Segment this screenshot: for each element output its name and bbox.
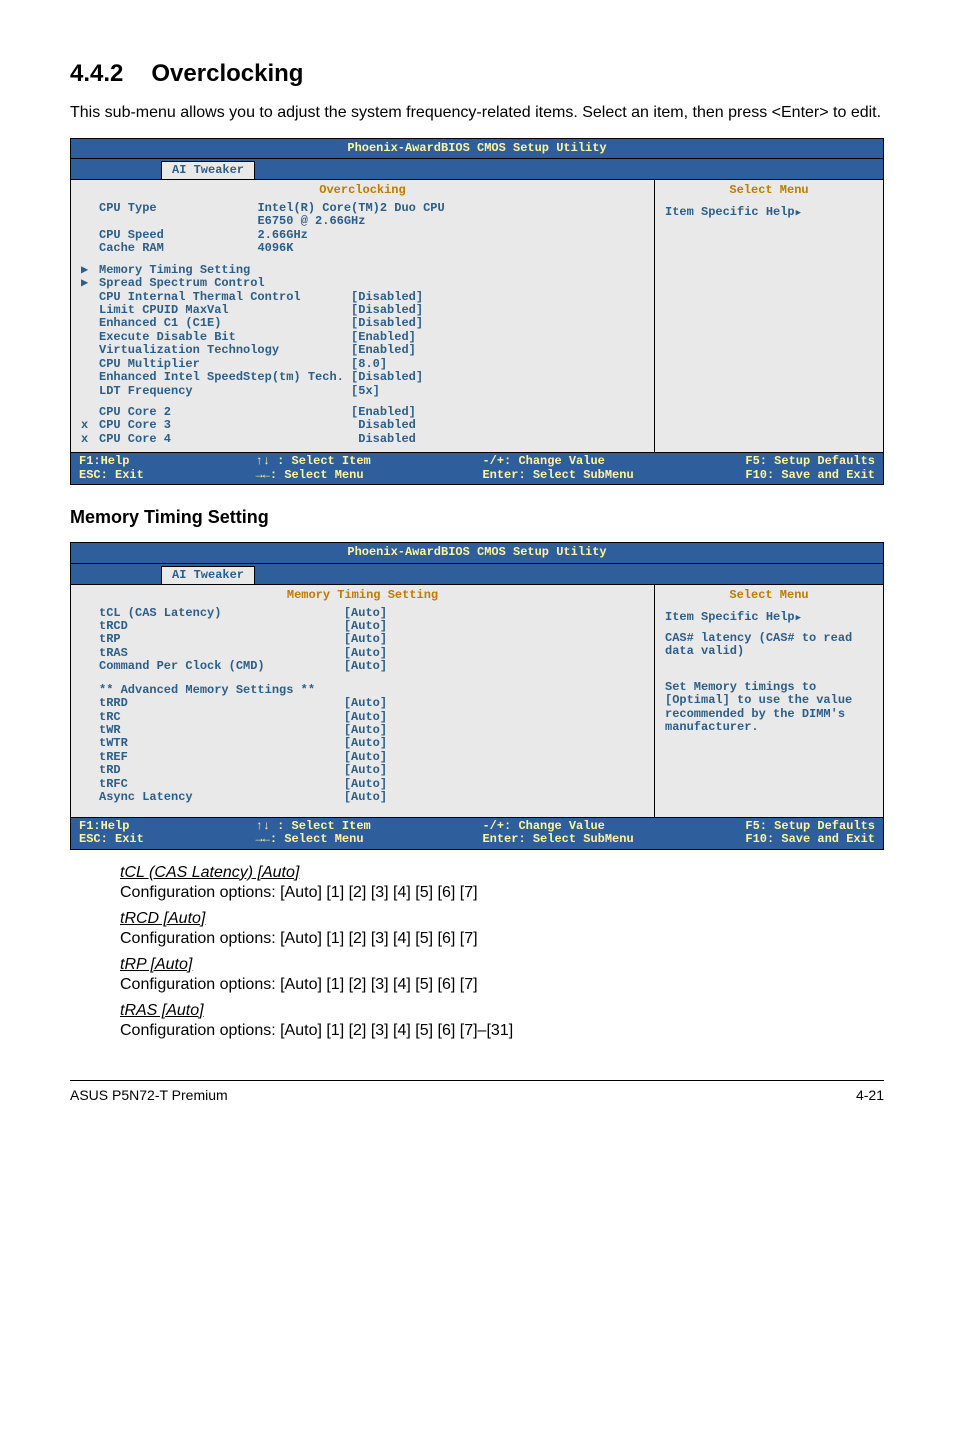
definition-title: tRCD [Auto] xyxy=(120,910,884,928)
help-text-3: Set Memory timings to [Optimal] to use t… xyxy=(665,681,873,735)
footer-col-1: F1:Help ESC: Exit xyxy=(79,820,144,847)
core-row[interactable]: CPU Core 2 [Enabled] xyxy=(81,406,644,419)
bios-screenshot-overclocking: Phoenix-AwardBIOS CMOS Setup Utility AI … xyxy=(70,138,884,486)
timing-row[interactable]: Async Latency [Auto] xyxy=(81,791,644,804)
definition-title: tRP [Auto] xyxy=(120,956,884,974)
timing-row[interactable]: tWTR [Auto] xyxy=(81,737,644,750)
definition-body: Configuration options: [Auto] [1] [2] [3… xyxy=(120,1022,884,1040)
definition-title: tRAS [Auto] xyxy=(120,1002,884,1020)
info-row: CPU Speed 2.66GHz xyxy=(81,229,644,242)
tab-ai-tweaker[interactable]: AI Tweaker xyxy=(161,161,255,179)
timing-row[interactable]: tWR [Auto] xyxy=(81,724,644,737)
bios-title: Phoenix-AwardBIOS CMOS Setup Utility xyxy=(71,139,883,159)
intro-paragraph: This sub-menu allows you to adjust the s… xyxy=(70,102,884,124)
core-row[interactable]: xCPU Core 3 Disabled xyxy=(81,419,644,432)
setting-row[interactable]: Limit CPUID MaxVal [Disabled] xyxy=(81,304,644,317)
right-column-header: Select Menu xyxy=(665,589,873,606)
timing-row[interactable]: Command Per Clock (CMD) [Auto] xyxy=(81,660,644,673)
bios-title: Phoenix-AwardBIOS CMOS Setup Utility xyxy=(71,543,883,563)
definition-body: Configuration options: [Auto] [1] [2] [3… xyxy=(120,930,884,948)
footer-col-4: F5: Setup Defaults F10: Save and Exit xyxy=(745,820,875,847)
setting-row[interactable]: Virtualization Technology [Enabled] xyxy=(81,344,644,357)
footer-col-1: F1:Help ESC: Exit xyxy=(79,455,144,482)
left-column-header: Memory Timing Setting xyxy=(81,589,644,606)
section-title-text: Overclocking xyxy=(151,60,303,87)
help-text: Item Specific Help xyxy=(665,206,873,219)
timing-row[interactable]: tRAS [Auto] xyxy=(81,647,644,660)
advanced-settings-header: ** Advanced Memory Settings ** xyxy=(81,684,644,697)
timing-row[interactable]: tRC [Auto] xyxy=(81,711,644,724)
bios-footer: F1:Help ESC: Exit ↑↓ : Select Item →←: S… xyxy=(71,452,883,484)
setting-row[interactable]: Execute Disable Bit [Enabled] xyxy=(81,331,644,344)
tab-ai-tweaker[interactable]: AI Tweaker xyxy=(161,566,255,584)
left-column-header: Overclocking xyxy=(81,184,644,201)
timing-row[interactable]: tRFC [Auto] xyxy=(81,778,644,791)
section-number: 4.4.2 xyxy=(70,60,123,87)
info-row: CPU Type Intel(R) Core(TM)2 Duo CPU xyxy=(81,202,644,215)
timing-row[interactable]: tREF [Auto] xyxy=(81,751,644,764)
info-row: Cache RAM 4096K xyxy=(81,242,644,255)
definition-body: Configuration options: [Auto] [1] [2] [3… xyxy=(120,976,884,994)
footer-col-3: -/+: Change Value Enter: Select SubMenu xyxy=(482,455,633,482)
help-text-2: CAS# latency (CAS# to read data valid) xyxy=(665,632,873,659)
timing-row[interactable]: tRRD [Auto] xyxy=(81,697,644,710)
page-footer: ASUS P5N72-T Premium 4-21 xyxy=(70,1087,884,1103)
setting-row[interactable]: Enhanced Intel SpeedStep(tm) Tech. [Disa… xyxy=(81,371,644,384)
definition-title: tCL (CAS Latency) [Auto] xyxy=(120,864,884,882)
bios-tab-row: AI Tweaker xyxy=(71,564,883,585)
footer-col-2: ↑↓ : Select Item →←: Select Menu xyxy=(256,820,371,847)
bios-screenshot-memory-timing: Phoenix-AwardBIOS CMOS Setup Utility AI … xyxy=(70,542,884,849)
core-row[interactable]: xCPU Core 4 Disabled xyxy=(81,433,644,446)
setting-row[interactable]: LDT Frequency [5x] xyxy=(81,385,644,398)
timing-row[interactable]: tRP [Auto] xyxy=(81,633,644,646)
setting-row[interactable]: CPU Multiplier [8.0] xyxy=(81,358,644,371)
page-rule xyxy=(70,1080,884,1081)
setting-row[interactable]: CPU Internal Thermal Control [Disabled] xyxy=(81,291,644,304)
footer-col-2: ↑↓ : Select Item →←: Select Menu xyxy=(256,455,371,482)
bios-footer: F1:Help ESC: Exit ↑↓ : Select Item →←: S… xyxy=(71,817,883,849)
configuration-options-block: tCL (CAS Latency) [Auto] Configuration op… xyxy=(120,864,884,1040)
footer-col-3: -/+: Change Value Enter: Select SubMenu xyxy=(482,820,633,847)
setting-row[interactable]: Enhanced C1 (C1E) [Disabled] xyxy=(81,317,644,330)
footer-page-number: 4-21 xyxy=(856,1087,884,1103)
section-heading: 4.4.2 Overclocking xyxy=(70,60,884,88)
chevron-right-icon xyxy=(795,205,801,219)
footer-product: ASUS P5N72-T Premium xyxy=(70,1087,228,1103)
timing-row[interactable]: tRD [Auto] xyxy=(81,764,644,777)
info-row: E6750 @ 2.66GHz xyxy=(81,215,644,228)
chevron-right-icon xyxy=(795,610,801,624)
setting-row[interactable]: ▶Memory Timing Setting xyxy=(81,264,644,277)
timing-row[interactable]: tRCD [Auto] xyxy=(81,620,644,633)
help-text-1: Item Specific Help xyxy=(665,611,873,624)
timing-row[interactable]: tCL (CAS Latency) [Auto] xyxy=(81,607,644,620)
right-column-header: Select Menu xyxy=(665,184,873,201)
subsection-heading: Memory Timing Setting xyxy=(70,507,884,528)
footer-col-4: F5: Setup Defaults F10: Save and Exit xyxy=(745,455,875,482)
definition-body: Configuration options: [Auto] [1] [2] [3… xyxy=(120,884,884,902)
setting-row[interactable]: ▶Spread Spectrum Control xyxy=(81,277,644,290)
bios-tab-row: AI Tweaker xyxy=(71,159,883,180)
